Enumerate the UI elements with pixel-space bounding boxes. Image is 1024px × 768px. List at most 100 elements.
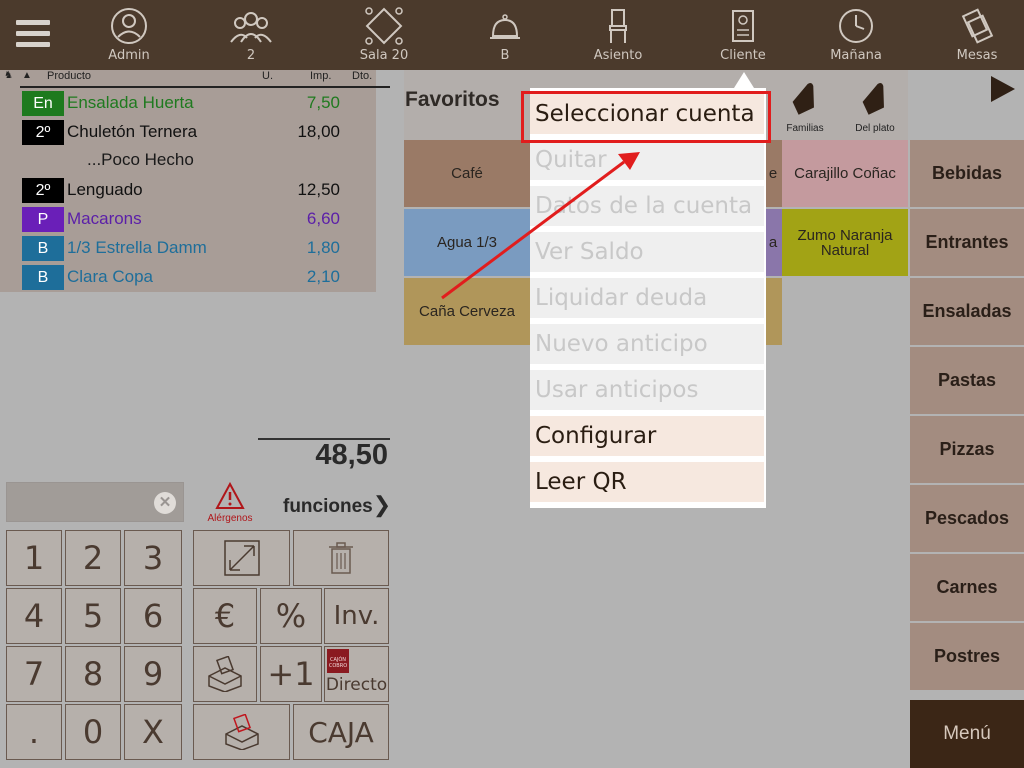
menu-item-liquidar-deuda[interactable]: Liquidar deuda [530, 278, 764, 318]
order-row-4[interactable]: B 1/3 Estrella Damm 1,80 [22, 235, 352, 261]
functions-label: funciones [283, 496, 373, 517]
key-0[interactable]: 0 [65, 704, 121, 760]
delete-button[interactable] [293, 530, 389, 586]
order-item-name: Chuletón Ternera [67, 122, 198, 141]
key-7[interactable]: 7 [6, 646, 62, 702]
client-button[interactable]: Cliente [698, 4, 788, 68]
time-label: Mañana [830, 48, 882, 63]
plus-one-button[interactable]: +1 [260, 646, 322, 702]
menu-item-nuevo-anticipo[interactable]: Nuevo anticipo [530, 324, 764, 364]
service-button[interactable]: B [460, 4, 550, 68]
category-pastas[interactable]: Pastas [910, 347, 1024, 414]
pepper-shaker-icon [862, 82, 884, 115]
tile-partial-2[interactable]: a [764, 209, 782, 276]
allergens-button[interactable]: Alérgenos [200, 481, 260, 528]
invite-button[interactable]: Inv. [324, 588, 389, 644]
euro-button[interactable]: € [193, 588, 257, 644]
families-label: Familias [786, 123, 824, 134]
category-bebidas[interactable]: Bebidas [910, 140, 1024, 207]
people-icon [230, 12, 272, 43]
menu-item-ver-saldo[interactable]: Ver Saldo [530, 232, 764, 272]
percent-button[interactable]: % [260, 588, 322, 644]
play-icon[interactable] [988, 74, 1018, 104]
category-ensaladas[interactable]: Ensaladas [910, 278, 1024, 345]
chair-icon [609, 9, 627, 43]
diners-label: 2 [246, 48, 256, 63]
seat-button[interactable]: Asiento [573, 4, 663, 68]
service-label: B [500, 48, 510, 63]
key-multiply[interactable]: X [124, 704, 182, 760]
tile-partial-3[interactable] [764, 278, 782, 345]
key-2[interactable]: 2 [65, 530, 121, 586]
key-1[interactable]: 1 [6, 530, 62, 586]
diners-button[interactable]: 2 [206, 4, 296, 68]
menu-item-quitar[interactable]: Quitar [530, 140, 764, 180]
order-badge: B [22, 236, 64, 261]
room-button[interactable]: Sala 20 [339, 4, 429, 68]
order-item-note: ...Poco Hecho [87, 150, 194, 169]
client-icon [732, 10, 754, 42]
order-item-price: 6,60 [306, 209, 340, 228]
families-button[interactable]: Familias [775, 80, 835, 138]
order-badge: En [22, 91, 64, 116]
menu-item-configurar-anticipos[interactable]: Configurar anticipos [530, 416, 764, 489]
order-item-name: Macarons [67, 209, 142, 228]
admin-button[interactable]: Admin [84, 4, 174, 68]
menu-button[interactable]: Menú [910, 700, 1024, 768]
client-label: Cliente [720, 48, 766, 63]
trash-icon [329, 542, 353, 574]
tables-icon [961, 8, 994, 44]
category-pizzas[interactable]: Pizzas [910, 416, 1024, 483]
key-6[interactable]: 6 [124, 588, 182, 644]
category-postres[interactable]: Postres [910, 623, 1024, 690]
category-entrantes[interactable]: Entrantes [910, 209, 1024, 276]
highlight-box [521, 91, 771, 143]
tile-zumo[interactable]: Zumo Naranja Natural [782, 209, 908, 276]
order-row-5[interactable]: B Clara Copa 2,10 [22, 264, 352, 290]
time-button[interactable]: Mañana [811, 4, 901, 68]
key-9[interactable]: 9 [124, 646, 182, 702]
cash-drawer-button[interactable] [193, 646, 257, 702]
tables-label: Mesas [956, 48, 998, 63]
order-item-price: 12,50 [297, 180, 340, 199]
key-4[interactable]: 4 [6, 588, 62, 644]
order-item-name: Clara Copa [67, 267, 153, 286]
order-row-0[interactable]: En Ensalada Huerta 7,50 [22, 90, 352, 116]
key-decimal[interactable]: . [6, 704, 62, 760]
order-row-2[interactable]: 2º Lenguado 12,50 [22, 177, 352, 203]
allergens-label: Alérgenos [207, 513, 253, 524]
tile-cana[interactable]: Caña Cerveza [404, 278, 530, 345]
menu-item-usar-anticipos[interactable]: Usar anticipos [530, 370, 764, 410]
key-5[interactable]: 5 [65, 588, 121, 644]
functions-button[interactable]: funciones❯ [283, 492, 391, 518]
key-8[interactable]: 8 [65, 646, 121, 702]
menu-item-datos-cuenta[interactable]: Datos de la cuenta [530, 186, 764, 226]
by-dish-button[interactable]: Del plato [845, 80, 905, 138]
tile-partial-1[interactable]: e [764, 140, 782, 207]
cash-register-icon [208, 656, 242, 692]
key-3[interactable]: 3 [124, 530, 182, 586]
user-icon [111, 8, 147, 44]
resize-icon [223, 540, 260, 576]
cash-button[interactable]: CAJA [293, 704, 389, 760]
tile-agua[interactable]: Agua 1/3 [404, 209, 530, 276]
by-dish-label: Del plato [855, 123, 895, 134]
dropdown-caret [734, 72, 754, 88]
tile-cafe[interactable]: Café [404, 140, 530, 207]
tables-button[interactable]: Mesas [932, 4, 1022, 68]
print-button[interactable] [193, 704, 290, 760]
cloche-icon [490, 14, 520, 39]
admin-label: Admin [108, 48, 150, 63]
tile-carajillo[interactable]: Carajillo Coñac [782, 140, 908, 207]
header-discount: Dto. [352, 70, 373, 82]
direct-button[interactable]: CAJÓN COBRO Directo [324, 646, 389, 702]
clear-icon[interactable]: ✕ [154, 492, 176, 514]
order-row-3[interactable]: P Macarons 6,60 [22, 206, 352, 232]
resize-button[interactable] [193, 530, 290, 586]
hamburger-menu-icon[interactable] [16, 20, 50, 48]
category-carnes[interactable]: Carnes [910, 554, 1024, 621]
top-bar: Admin 2 Sala 20 B Asiento Cliente Mañana… [0, 0, 1024, 70]
category-pescados[interactable]: Pescados [910, 485, 1024, 552]
menu-item-leer-qr[interactable]: Leer QR [530, 462, 764, 502]
order-row-1[interactable]: 2º Chuletón Ternera 18,00 [22, 119, 352, 145]
